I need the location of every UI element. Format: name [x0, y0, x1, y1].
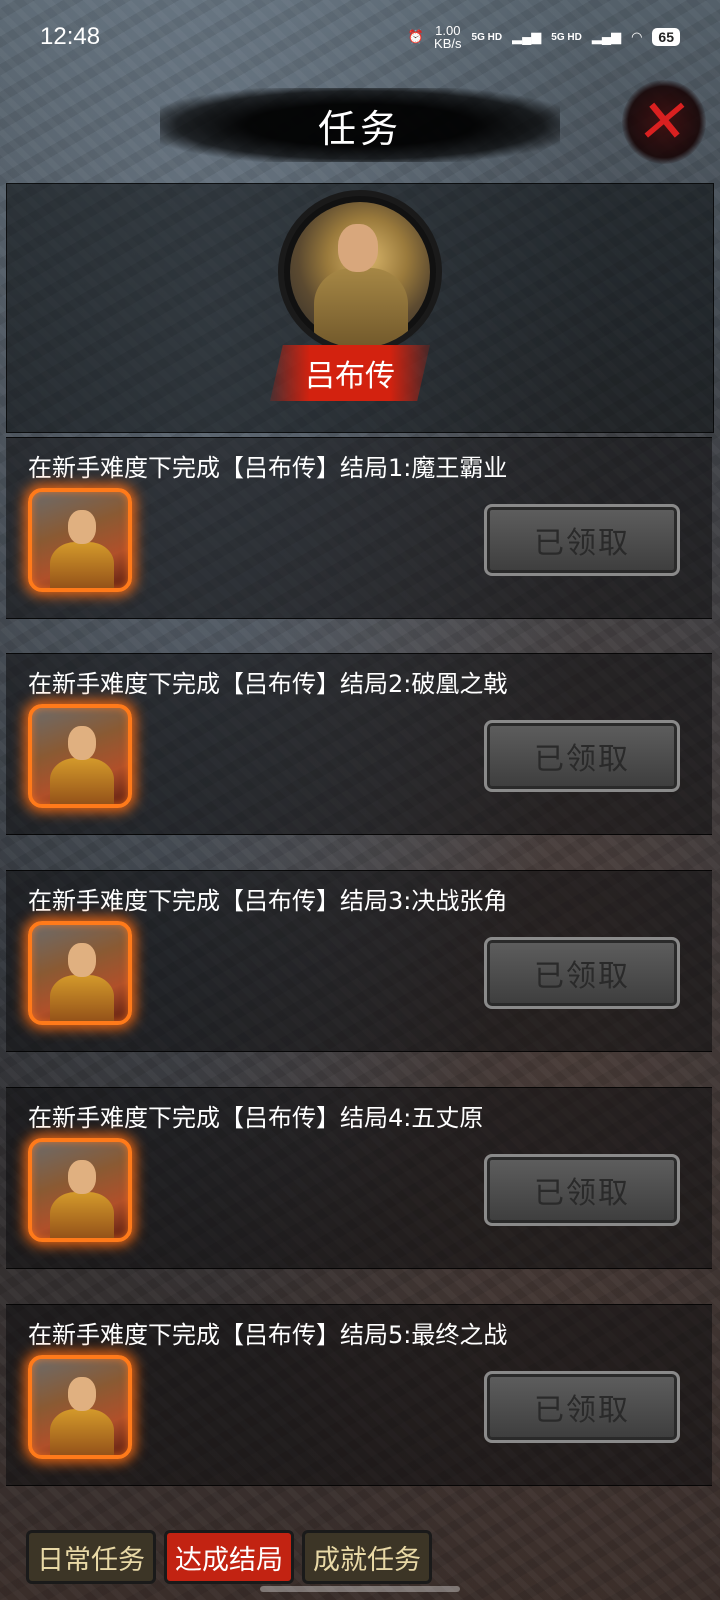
reward-hero-icon[interactable]: [28, 1355, 132, 1459]
hero-name-ribbon: 吕布传: [270, 345, 430, 401]
reward-face-shape: [68, 510, 96, 544]
claimed-button[interactable]: 已领取: [484, 1154, 680, 1226]
claimed-button-label: 已领取: [534, 1176, 630, 1211]
claimed-button-label: 已领取: [534, 526, 630, 561]
reward-face-shape: [68, 943, 96, 977]
page-title-banner: 任务: [160, 88, 560, 162]
reward-hero-icon[interactable]: [28, 1138, 132, 1242]
task-title: 在新手难度下完成【吕布传】结局5:最终之战: [28, 1321, 508, 1349]
claimed-button[interactable]: 已领取: [484, 937, 680, 1009]
task-card: 在新手难度下完成【吕布传】结局2:破凰之戟 已领取: [6, 653, 712, 835]
task-card: 在新手难度下完成【吕布传】结局5:最终之战 已领取: [6, 1304, 712, 1486]
tab-daily-tasks[interactable]: 日常任务: [26, 1530, 156, 1584]
claimed-button-label: 已领取: [534, 1393, 630, 1428]
reward-hero-icon[interactable]: [28, 488, 132, 592]
status-time: 12:48: [40, 23, 101, 50]
status-icons: ⏰ 1.00 KB/s 5G HD ▂▄▆ 5G HD ▂▄▆ ◠ 65: [408, 24, 680, 50]
close-icon: ✕: [632, 87, 696, 157]
task-card: 在新手难度下完成【吕布传】结局1:魔王霸业 已领取: [6, 437, 712, 619]
signal-1-icon: ▂▄▆: [512, 29, 542, 44]
claimed-button[interactable]: 已领取: [484, 504, 680, 576]
alarm-icon: ⏰: [407, 29, 425, 44]
claimed-button-label: 已领取: [534, 959, 630, 994]
page-title: 任务: [317, 106, 402, 151]
reward-hero-icon[interactable]: [28, 704, 132, 808]
tab-label: 日常任务: [37, 1544, 145, 1576]
hero-armor-shape: [314, 268, 408, 348]
reward-face-shape: [68, 1160, 96, 1194]
tab-endings[interactable]: 达成结局: [164, 1530, 294, 1584]
wifi-icon: ◠: [631, 29, 643, 44]
hero-face-shape: [338, 224, 378, 272]
tab-achievements[interactable]: 成就任务: [302, 1530, 432, 1584]
reward-hero-icon[interactable]: [28, 921, 132, 1025]
reward-armor-shape: [50, 542, 114, 588]
reward-armor-shape: [50, 1409, 114, 1455]
claimed-button[interactable]: 已领取: [484, 720, 680, 792]
reward-armor-shape: [50, 975, 114, 1021]
hero-name: 吕布传: [305, 359, 395, 394]
reward-armor-shape: [50, 758, 114, 804]
hero-portrait: [278, 190, 442, 354]
network-speed-unit: KB/s: [434, 36, 462, 51]
task-card: 在新手难度下完成【吕布传】结局3:决战张角 已领取: [6, 870, 712, 1052]
battery-level: 65: [652, 28, 680, 46]
claimed-button[interactable]: 已领取: [484, 1371, 680, 1443]
tab-label: 达成结局: [175, 1544, 283, 1576]
task-title: 在新手难度下完成【吕布传】结局2:破凰之戟: [28, 670, 508, 698]
tab-bar: 日常任务 达成结局 成就任务: [26, 1530, 432, 1584]
tab-label: 成就任务: [313, 1544, 421, 1576]
reward-face-shape: [68, 1377, 96, 1411]
close-button[interactable]: ✕: [622, 80, 706, 164]
reward-face-shape: [68, 726, 96, 760]
signal-2-label: 5G HD: [551, 31, 582, 43]
claimed-button-label: 已领取: [534, 742, 630, 777]
home-indicator[interactable]: [260, 1586, 460, 1592]
reward-armor-shape: [50, 1192, 114, 1238]
hero-portrait-image: [290, 202, 430, 348]
signal-2-icon: ▂▄▆: [591, 29, 622, 44]
status-bar: 12:48 ⏰ 1.00 KB/s 5G HD ▂▄▆ 5G HD ▂▄▆ ◠ …: [0, 0, 720, 74]
signal-1-label: 5G HD: [471, 31, 503, 43]
task-title: 在新手难度下完成【吕布传】结局1:魔王霸业: [28, 454, 508, 482]
network-speed: 1.00 KB/s: [434, 24, 461, 50]
task-card: 在新手难度下完成【吕布传】结局4:五丈原 已领取: [6, 1087, 712, 1269]
task-title: 在新手难度下完成【吕布传】结局4:五丈原: [28, 1104, 484, 1132]
task-title: 在新手难度下完成【吕布传】结局3:决战张角: [28, 887, 508, 915]
